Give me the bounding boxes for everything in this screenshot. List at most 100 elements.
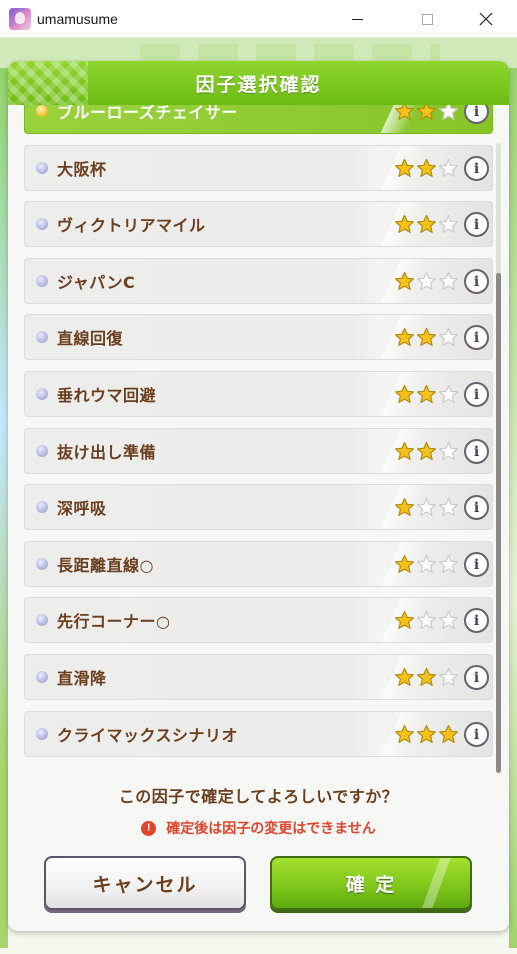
factor-row[interactable]: 直線回復 i: [24, 314, 493, 360]
star-filled-icon: [395, 327, 414, 346]
factor-star-rating: [394, 158, 459, 179]
factor-label: 直滑降: [57, 669, 107, 688]
info-icon[interactable]: i: [464, 105, 489, 124]
info-icon[interactable]: i: [464, 722, 489, 747]
factor-label: 垂れウマ回避: [57, 386, 157, 405]
header-pattern: [8, 61, 88, 105]
star-empty-icon: [417, 610, 436, 629]
confirm-question: この因子で確定してよろしいですか？: [118, 787, 399, 806]
window-title: umamusume: [37, 10, 118, 27]
factor-row[interactable]: 直滑降 i: [24, 654, 493, 700]
factor-row[interactable]: クライマックスシナリオ i: [24, 711, 493, 757]
factor-row[interactable]: 長距離直線○ i: [24, 541, 493, 587]
info-icon[interactable]: i: [464, 269, 489, 294]
info-icon[interactable]: i: [464, 325, 489, 350]
factor-bullet-icon: [36, 331, 48, 343]
cancel-button-label: キャンセル: [92, 873, 198, 896]
factor-star-rating: [394, 327, 459, 348]
star-empty-icon: [417, 271, 436, 290]
background-left-edge: [0, 68, 8, 948]
warning-message: ! 確定後は因子の変更はできません: [8, 818, 509, 838]
info-icon[interactable]: i: [464, 382, 489, 407]
factor-row[interactable]: 先行コーナー○ i: [24, 597, 493, 643]
close-button[interactable]: [463, 0, 509, 38]
window-title-bar: umamusume: [0, 0, 517, 38]
star-filled-icon: [417, 327, 436, 346]
star-empty-icon: [439, 158, 458, 177]
star-empty-icon: [417, 554, 436, 573]
factor-bullet-icon: [36, 501, 48, 513]
dialog-header: 因子選択確認: [8, 61, 509, 105]
factor-bullet-icon: [36, 728, 48, 740]
star-filled-icon: [395, 441, 414, 460]
star-filled-icon: [417, 214, 436, 233]
factor-row[interactable]: ジャパンC i: [24, 258, 493, 304]
minimize-button[interactable]: [334, 0, 380, 38]
star-filled-icon: [417, 667, 436, 686]
factor-label: ジャパンC: [57, 273, 136, 292]
maximize-button[interactable]: [404, 0, 450, 38]
factor-row[interactable]: 大阪杯 i: [24, 145, 493, 191]
dialog-title: 因子選択確認: [195, 73, 322, 96]
cancel-button[interactable]: キャンセル: [44, 856, 246, 910]
star-empty-icon: [439, 441, 458, 460]
info-icon[interactable]: i: [464, 156, 489, 181]
factor-bullet-icon: [36, 162, 48, 174]
star-empty-icon: [439, 105, 458, 120]
factor-bullet-icon: [36, 388, 48, 400]
star-filled-icon: [417, 441, 436, 460]
star-filled-icon: [395, 271, 414, 290]
info-icon[interactable]: i: [464, 608, 489, 633]
factor-confirm-dialog: 因子選択確認 ブルーローズチェイサー i 大阪杯 i ヴィクトリアマイル i ジャパンC i 直…: [8, 61, 509, 931]
info-icon[interactable]: i: [464, 495, 489, 520]
star-empty-icon: [439, 384, 458, 403]
factor-row[interactable]: ヴィクトリアマイル i: [24, 201, 493, 247]
minimize-icon: [351, 18, 363, 20]
star-filled-icon: [395, 497, 414, 516]
star-empty-icon: [439, 271, 458, 290]
warning-icon: !: [141, 820, 157, 836]
factor-bullet-icon: [36, 614, 48, 626]
factor-row[interactable]: 垂れウマ回避 i: [24, 371, 493, 417]
factor-row[interactable]: 抜け出し準備 i: [24, 428, 493, 474]
factor-bullet-icon: [36, 671, 48, 683]
factor-star-rating: [394, 384, 459, 405]
star-filled-icon: [395, 610, 414, 629]
factor-label: ヴィクトリアマイル: [57, 216, 206, 235]
factor-star-rating: [394, 214, 459, 235]
info-icon[interactable]: i: [464, 552, 489, 577]
factor-label: 長距離直線○: [57, 556, 154, 575]
star-empty-icon: [439, 610, 458, 629]
star-filled-icon: [417, 724, 436, 743]
info-icon[interactable]: i: [464, 439, 489, 464]
factor-list[interactable]: ブルーローズチェイサー i 大阪杯 i ヴィクトリアマイル i ジャパンC i 直線回復 i 垂れウ…: [24, 105, 494, 780]
factor-star-rating: [394, 441, 459, 462]
factor-bullet-icon: [36, 105, 48, 117]
factor-star-rating: [394, 724, 459, 745]
confirm-button[interactable]: 確 定: [270, 856, 472, 910]
factor-row[interactable]: ブルーローズチェイサー i: [24, 105, 493, 134]
factor-label: 先行コーナー○: [57, 612, 171, 631]
factor-label: ブルーローズチェイサー: [57, 105, 238, 122]
info-icon[interactable]: i: [464, 212, 489, 237]
factor-bullet-icon: [36, 218, 48, 230]
scrollbar-thumb[interactable]: [496, 273, 501, 773]
star-filled-icon: [395, 214, 414, 233]
app-icon: [9, 7, 31, 30]
star-filled-icon: [417, 384, 436, 403]
info-icon[interactable]: i: [464, 665, 489, 690]
warning-text: 確定後は因子の変更はできません: [166, 821, 376, 837]
factor-star-rating: [394, 271, 459, 292]
factor-star-rating: [394, 554, 459, 575]
factor-star-rating: [394, 610, 459, 631]
star-filled-icon: [417, 158, 436, 177]
factor-list-scrollbar[interactable]: [496, 143, 501, 773]
factor-bullet-icon: [36, 558, 48, 570]
close-icon: [479, 12, 493, 26]
factor-row[interactable]: 深呼吸 i: [24, 484, 493, 530]
star-filled-icon: [395, 158, 414, 177]
star-filled-icon: [395, 667, 414, 686]
star-filled-icon: [395, 724, 414, 743]
factor-bullet-icon: [36, 275, 48, 287]
factor-star-rating: [394, 497, 459, 518]
